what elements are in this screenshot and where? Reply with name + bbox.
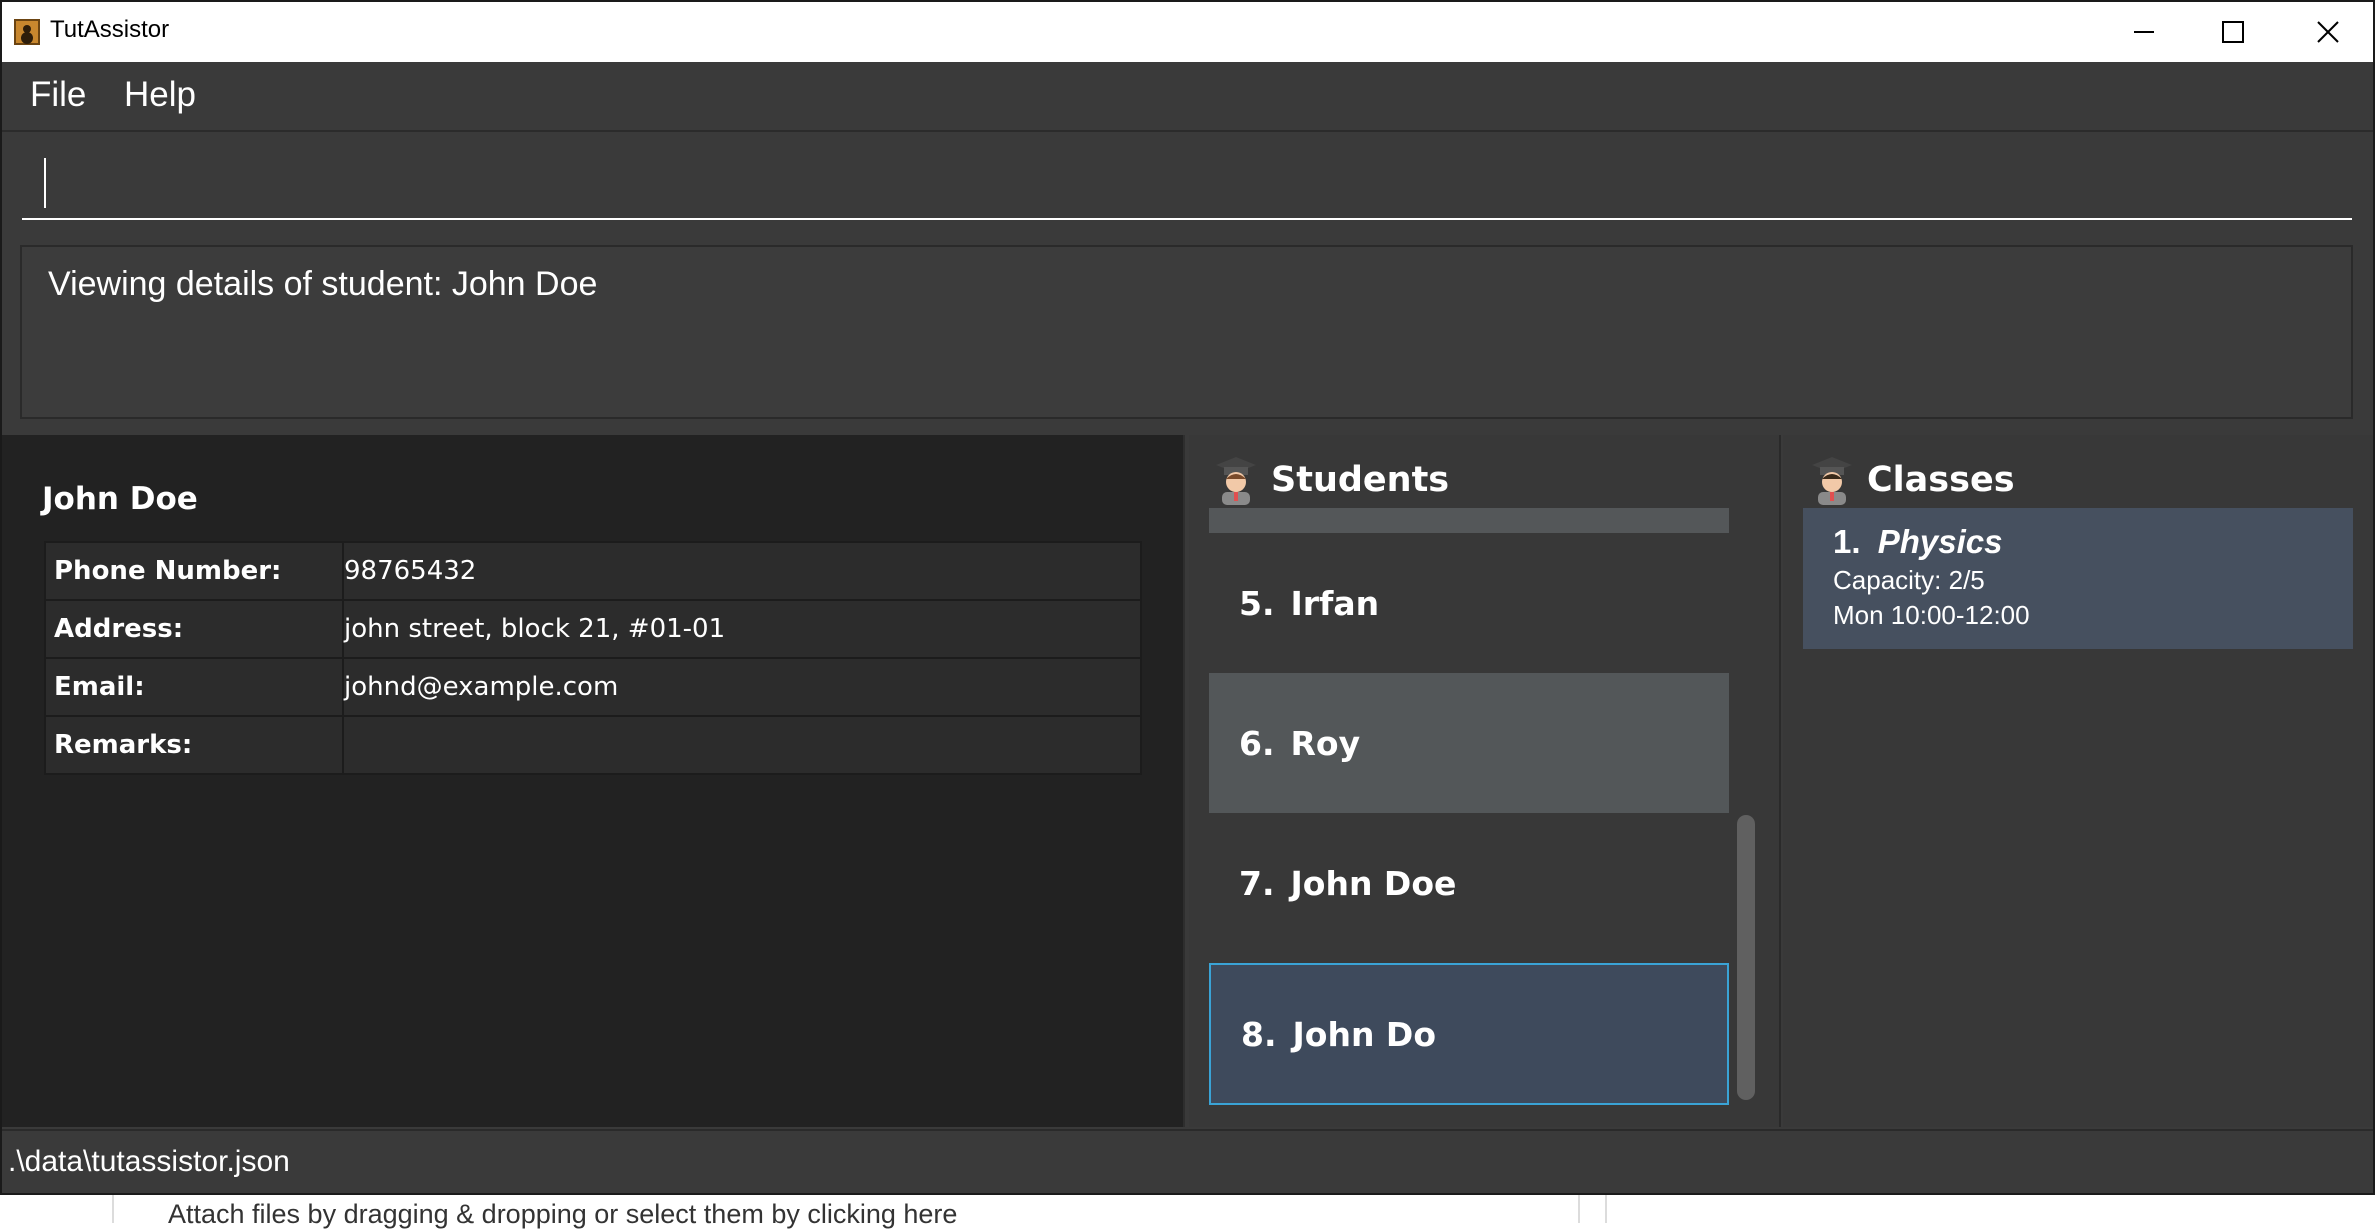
list-item-index: 5.: [1239, 583, 1275, 623]
list-item-index: 8.: [1241, 1014, 1277, 1054]
text-caret: [44, 158, 46, 208]
background-divider: [1578, 1195, 1580, 1223]
student-name: John Doe: [42, 481, 198, 517]
detail-value: 98765432: [342, 541, 1142, 601]
list-item-selected[interactable]: 8. John Do: [1209, 963, 1729, 1105]
attach-files-text[interactable]: Attach files by dragging & dropping or s…: [168, 1199, 957, 1230]
class-title: 1. Physics: [1833, 523, 2323, 561]
class-index: 1.: [1833, 523, 1861, 560]
detail-row-phone: Phone Number: 98765432: [44, 541, 1142, 601]
close-icon: [2317, 21, 2339, 43]
list-item-index: 7.: [1239, 863, 1275, 903]
class-time: Mon 10:00-12:00: [1833, 600, 2030, 630]
list-item-name: Irfan: [1290, 583, 1380, 623]
background-divider: [1605, 1195, 1607, 1223]
detail-value: [342, 715, 1142, 775]
list-item[interactable]: 7. John Doe: [1209, 813, 1729, 953]
classes-panel: Classes 1. Physics Capacity: 2/5 Mon 10:…: [1783, 435, 2373, 1127]
graduate-icon: [1216, 457, 1256, 505]
maximize-icon: [2222, 21, 2244, 43]
detail-value: john street, block 21, #01-01: [342, 599, 1142, 659]
background-page: Attach files by dragging & dropping or s…: [0, 1195, 2375, 1229]
list-item-index: 6.: [1239, 723, 1275, 763]
list-item-name: John Doe: [1290, 863, 1457, 903]
save-file-path: .\data\tutassistor.json: [8, 1145, 290, 1178]
detail-label: Address:: [44, 599, 344, 659]
command-box[interactable]: [22, 150, 2352, 220]
class-capacity: Capacity: 2/5: [1833, 565, 1985, 595]
menu-file[interactable]: File: [30, 75, 86, 115]
minimize-button[interactable]: [2098, 2, 2190, 62]
graduate-icon: [1812, 457, 1852, 505]
detail-label: Phone Number:: [44, 541, 344, 601]
title-bar: TutAssistor: [2, 2, 2373, 62]
classes-header: Classes: [1811, 455, 2015, 505]
class-name: Physics: [1877, 523, 2003, 560]
student-list[interactable]: 5. Irfan 6. Roy 7. John Doe 8. John Do: [1209, 508, 1729, 1108]
list-item-name: Roy: [1290, 723, 1361, 763]
minimize-icon: [2134, 31, 2154, 33]
result-message: Viewing details of student: John Doe: [48, 265, 598, 303]
classes-title: Classes: [1867, 460, 2015, 500]
detail-label: Email:: [44, 657, 344, 717]
result-display: Viewing details of student: John Doe: [20, 245, 2353, 419]
class-card[interactable]: 1. Physics Capacity: 2/5 Mon 10:00-12:00: [1803, 508, 2353, 649]
detail-row-remarks: Remarks:: [44, 715, 1142, 775]
list-item-name: John Do: [1292, 1014, 1437, 1054]
window-title: TutAssistor: [50, 16, 170, 43]
menu-bar: File Help: [2, 62, 2373, 132]
list-item[interactable]: 6. Roy: [1209, 673, 1729, 813]
detail-row-email: Email: johnd@example.com: [44, 657, 1142, 717]
status-bar: .\data\tutassistor.json: [2, 1129, 2373, 1193]
students-title: Students: [1271, 460, 1450, 500]
close-button[interactable]: [2282, 2, 2373, 62]
student-detail-table: Phone Number: 98765432 Address: john str…: [44, 541, 1142, 775]
background-divider: [112, 1195, 114, 1223]
scrollbar-thumb[interactable]: [1737, 815, 1755, 1100]
maximize-button[interactable]: [2187, 2, 2279, 62]
app-window: TutAssistor File Help Viewing details of…: [0, 0, 2375, 1195]
detail-value: johnd@example.com: [342, 657, 1142, 717]
students-panel: Students 5. Irfan 6. Roy 7. John Doe 8. …: [1189, 435, 1781, 1127]
app-icon: [14, 19, 40, 45]
students-header: Students: [1215, 455, 1449, 505]
detail-row-address: Address: john street, block 21, #01-01: [44, 599, 1142, 659]
list-item[interactable]: [1209, 508, 1729, 533]
menu-help[interactable]: Help: [124, 75, 196, 115]
student-detail-panel: John Doe Phone Number: 98765432 Address:…: [2, 435, 1185, 1127]
list-item[interactable]: 5. Irfan: [1209, 533, 1729, 673]
command-input[interactable]: [22, 150, 2352, 218]
detail-label: Remarks:: [44, 715, 344, 775]
